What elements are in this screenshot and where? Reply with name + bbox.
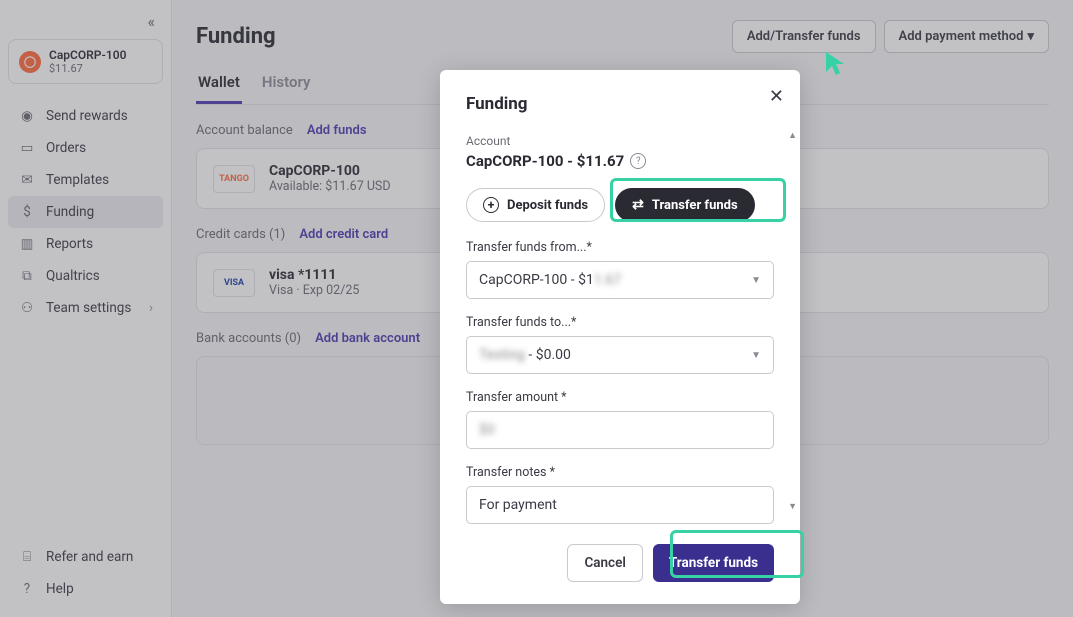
toggle-label: Deposit funds <box>507 198 588 213</box>
swap-icon: ⇄ <box>632 197 644 213</box>
transfer-amount-input[interactable]: $0 <box>466 411 774 449</box>
select-value-blur: Testing <box>479 347 525 363</box>
scroll-up-icon[interactable]: ▲ <box>788 130 797 141</box>
cursor-pointer-icon <box>824 50 850 85</box>
transfer-from-select[interactable]: CapCORP-100 - $11.67▼ <box>466 261 774 299</box>
select-value: - $0.00 <box>525 347 571 363</box>
notes-label: Transfer notes * <box>466 465 774 480</box>
caret-down-icon: ▼ <box>751 275 761 286</box>
plus-circle-icon: + <box>483 197 499 213</box>
close-icon[interactable]: ✕ <box>769 86 784 107</box>
to-label: Transfer funds to...* <box>466 315 774 330</box>
modal-title: Funding <box>466 94 774 114</box>
toggle-label: Transfer funds <box>652 198 738 213</box>
input-value: $0 <box>479 422 495 438</box>
funding-modal: ✕ ▲ ▼ Funding Account CapCORP-100 - $11.… <box>440 70 800 604</box>
transfer-notes-input[interactable]: For payment <box>466 486 774 524</box>
transfer-funds-toggle[interactable]: ⇄ Transfer funds <box>615 188 755 222</box>
scroll-down-icon[interactable]: ▼ <box>788 501 797 512</box>
account-field-label: Account <box>466 134 774 148</box>
deposit-funds-toggle[interactable]: + Deposit funds <box>466 188 605 222</box>
caret-down-icon: ▼ <box>751 350 761 361</box>
from-label: Transfer funds from...* <box>466 240 774 255</box>
transfer-to-select[interactable]: Testing - $0.00 ▼ <box>466 336 774 374</box>
transfer-funds-submit-button[interactable]: Transfer funds <box>653 544 774 582</box>
help-icon[interactable]: ? <box>630 153 646 169</box>
select-value: CapCORP-100 - $1 <box>479 272 594 288</box>
account-field-value: CapCORP-100 - $11.67 <box>466 152 624 170</box>
amount-label: Transfer amount * <box>466 390 774 405</box>
cancel-button[interactable]: Cancel <box>567 544 642 582</box>
